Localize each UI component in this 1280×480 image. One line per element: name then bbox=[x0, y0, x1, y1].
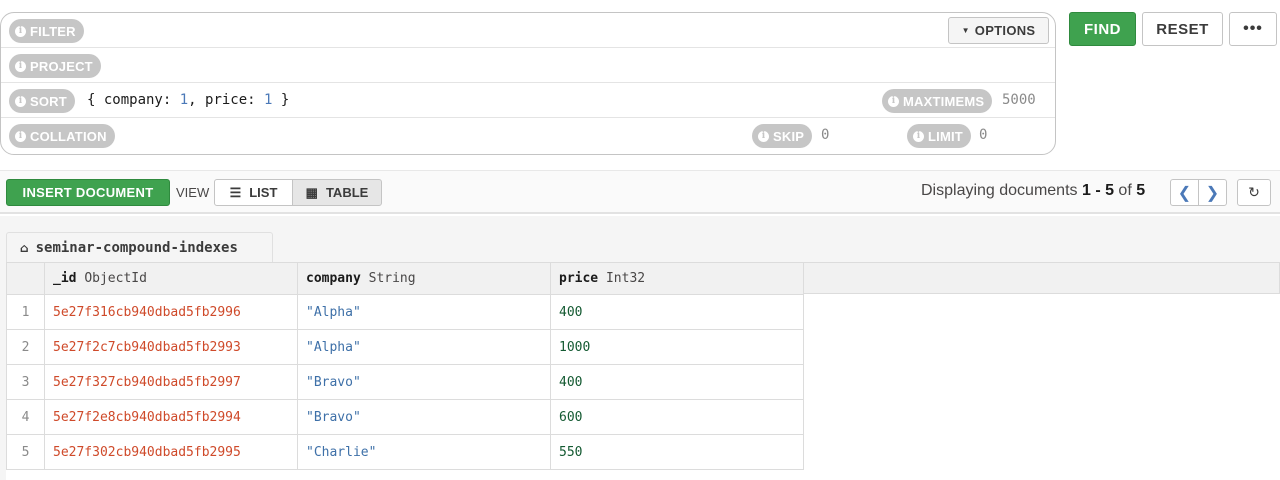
collection-breadcrumb-tab[interactable]: ⌂ seminar-compound-indexes bbox=[6, 232, 273, 262]
filter-row[interactable]: i FILTER ▼ OPTIONS bbox=[1, 13, 1055, 48]
table-row[interactable]: 4 5e27f2e8cb940dbad5fb2994 "Bravo" 600 bbox=[6, 399, 804, 435]
options-button[interactable]: ▼ OPTIONS bbox=[948, 17, 1049, 44]
row-index: 4 bbox=[6, 399, 45, 435]
collation-label: i COLLATION bbox=[9, 124, 115, 148]
cell-id[interactable]: 5e27f2c7cb940dbad5fb2993 bbox=[44, 329, 298, 365]
info-icon: i bbox=[888, 95, 899, 107]
table-row[interactable]: 3 5e27f327cb940dbad5fb2997 "Bravo" 400 bbox=[6, 364, 804, 400]
chevron-left-icon: ❮ bbox=[1177, 184, 1192, 202]
insert-document-button[interactable]: INSERT DOCUMENT bbox=[6, 179, 170, 206]
project-row[interactable]: i PROJECT bbox=[1, 48, 1055, 83]
info-icon: i bbox=[15, 95, 26, 107]
list-icon: ☰ bbox=[229, 184, 242, 200]
home-icon: ⌂ bbox=[20, 240, 29, 255]
project-label: i PROJECT bbox=[9, 54, 101, 78]
previous-page-button[interactable]: ❮ bbox=[1170, 179, 1199, 206]
limit-label: i LIMIT bbox=[907, 124, 971, 148]
row-index: 2 bbox=[6, 329, 45, 365]
view-list-button[interactable]: ☰ LIST bbox=[214, 179, 293, 206]
column-header-company[interactable]: company String bbox=[297, 262, 551, 295]
info-icon: i bbox=[913, 130, 924, 142]
reset-button[interactable]: RESET bbox=[1142, 12, 1223, 46]
documents-toolbar: INSERT DOCUMENT VIEW ☰ LIST ▦ TABLE Disp… bbox=[0, 170, 1280, 214]
info-icon: i bbox=[15, 60, 26, 72]
next-page-button[interactable]: ❯ bbox=[1198, 179, 1227, 206]
cell-company[interactable]: "Charlie" bbox=[297, 434, 551, 470]
row-index-header bbox=[6, 262, 45, 295]
sort-row: i SORT { company: 1, price: 1 } i MAXTIM… bbox=[1, 83, 1055, 118]
refresh-icon: ↻ bbox=[1248, 184, 1260, 200]
cell-price[interactable]: 1000 bbox=[550, 329, 804, 365]
table-row[interactable]: 5 5e27f302cb940dbad5fb2995 "Charlie" 550 bbox=[6, 434, 804, 470]
query-bar: i FILTER ▼ OPTIONS i PROJECT i SORT { co… bbox=[0, 12, 1056, 155]
documents-table-container: _id ObjectId company String price Int32 … bbox=[6, 262, 1280, 480]
cell-company[interactable]: "Alpha" bbox=[297, 329, 551, 365]
cell-id[interactable]: 5e27f316cb940dbad5fb2996 bbox=[44, 294, 298, 330]
chevron-right-icon: ❯ bbox=[1205, 184, 1220, 202]
cell-price[interactable]: 400 bbox=[550, 364, 804, 400]
cell-company[interactable]: "Bravo" bbox=[297, 364, 551, 400]
maxtimems-label: i MAXTIMEMS bbox=[882, 89, 993, 113]
view-label: VIEW bbox=[176, 185, 210, 200]
info-icon: i bbox=[758, 130, 769, 142]
header-filler bbox=[803, 262, 1280, 294]
find-button[interactable]: FIND bbox=[1069, 12, 1136, 46]
column-header-price[interactable]: price Int32 bbox=[550, 262, 804, 295]
sort-label: i SORT bbox=[9, 89, 75, 113]
row-index: 3 bbox=[6, 364, 45, 400]
sort-input[interactable]: { company: 1, price: 1 } bbox=[87, 92, 289, 108]
documents-table: _id ObjectId company String price Int32 … bbox=[6, 262, 804, 470]
row-index: 1 bbox=[6, 294, 45, 330]
cell-company[interactable]: "Bravo" bbox=[297, 399, 551, 435]
info-icon: i bbox=[15, 25, 26, 37]
cell-id[interactable]: 5e27f2e8cb940dbad5fb2994 bbox=[44, 399, 298, 435]
cell-company[interactable]: "Alpha" bbox=[297, 294, 551, 330]
cell-id[interactable]: 5e27f302cb940dbad5fb2995 bbox=[44, 434, 298, 470]
more-options-button[interactable]: ••• bbox=[1229, 12, 1277, 46]
filter-label: i FILTER bbox=[9, 19, 84, 43]
cell-price[interactable]: 400 bbox=[550, 294, 804, 330]
document-count-text: Displaying documents 1 - 5 of 5 bbox=[921, 182, 1146, 199]
refresh-button[interactable]: ↻ bbox=[1237, 179, 1271, 206]
skip-input[interactable]: 0 bbox=[821, 127, 829, 143]
skip-label: i SKIP bbox=[752, 124, 813, 148]
cell-id[interactable]: 5e27f327cb940dbad5fb2997 bbox=[44, 364, 298, 400]
caret-down-icon: ▼ bbox=[961, 26, 970, 35]
table-icon: ▦ bbox=[305, 184, 318, 200]
table-header-row: _id ObjectId company String price Int32 bbox=[6, 262, 804, 295]
row-index: 5 bbox=[6, 434, 45, 470]
cell-price[interactable]: 600 bbox=[550, 399, 804, 435]
info-icon: i bbox=[15, 130, 26, 142]
cell-price[interactable]: 550 bbox=[550, 434, 804, 470]
table-row[interactable]: 1 5e27f316cb940dbad5fb2996 "Alpha" 400 bbox=[6, 294, 804, 330]
maxtimems-input[interactable]: 5000 bbox=[1002, 92, 1036, 108]
collation-row: i COLLATION i SKIP 0 i LIMIT 0 bbox=[1, 118, 1055, 153]
documents-grid-area: ⌂ seminar-compound-indexes _id ObjectId … bbox=[0, 216, 1280, 480]
view-table-button[interactable]: ▦ TABLE bbox=[292, 179, 382, 206]
limit-input[interactable]: 0 bbox=[979, 127, 987, 143]
table-row[interactable]: 2 5e27f2c7cb940dbad5fb2993 "Alpha" 1000 bbox=[6, 329, 804, 365]
column-header-id[interactable]: _id ObjectId bbox=[44, 262, 298, 295]
